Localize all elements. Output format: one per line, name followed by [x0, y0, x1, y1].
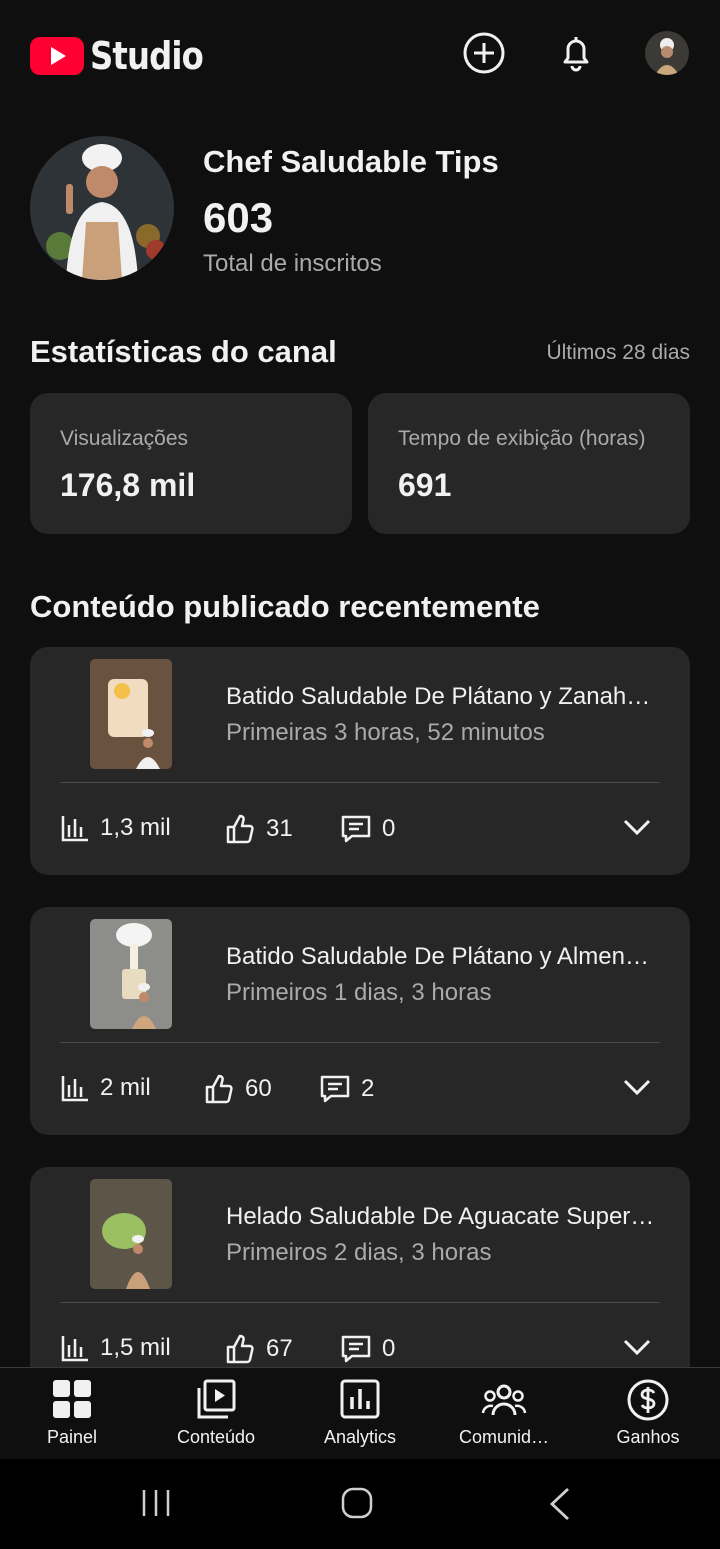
video-period: Primeiros 2 dias, 3 horas [226, 1239, 492, 1266]
likes-count: 67 [266, 1335, 293, 1362]
video-thumbnail[interactable] [90, 1179, 172, 1289]
nav-earnings[interactable]: Ganhos [576, 1368, 720, 1459]
account-avatar[interactable] [645, 31, 689, 75]
comments-metric: 0 [340, 813, 395, 845]
community-icon [481, 1384, 527, 1416]
likes-metric: 67 [224, 1333, 293, 1365]
nav-dashboard[interactable]: Painel [0, 1368, 144, 1459]
watch-time-card[interactable]: Tempo de exibição (horas) 691 [368, 393, 690, 534]
top-app-bar: Studio [0, 0, 720, 110]
subscriber-count: 603 [203, 194, 274, 241]
recent-content-list[interactable]: Batido Saludable De Plátano y Zanahoria … [0, 640, 720, 1367]
views-count: 1,5 mil [100, 1334, 171, 1361]
video-title[interactable]: Helado Saludable De Aguacate Super Cremo… [226, 1203, 656, 1231]
stats-title: Estatísticas do canal [30, 334, 337, 369]
youtube-play-icon [30, 37, 84, 75]
notifications-icon[interactable] [554, 31, 598, 75]
watch-time-value: 691 [398, 467, 452, 503]
content-icon [197, 1379, 236, 1419]
divider [60, 1042, 660, 1043]
divider [60, 782, 660, 783]
thumbs-up-icon [226, 1334, 254, 1364]
nav-label: Conteúdo [176, 1427, 256, 1447]
bar-chart-icon [61, 1076, 88, 1102]
bar-chart-icon [61, 1336, 88, 1362]
nav-community[interactable]: Comunid… [432, 1368, 576, 1459]
comments-metric: 2 [319, 1073, 374, 1105]
back-icon[interactable] [548, 1487, 572, 1521]
thumbs-up-icon [226, 814, 254, 844]
comment-icon [341, 815, 371, 843]
chevron-down-icon[interactable] [622, 1337, 652, 1362]
comments-count: 0 [382, 815, 396, 842]
video-title[interactable]: Batido Saludable De Plátano y Almendras [226, 943, 656, 971]
chevron-down-icon[interactable] [622, 817, 652, 842]
views-count: 2 mil [100, 1074, 151, 1101]
comments-count: 2 [361, 1075, 375, 1102]
comments-metric: 0 [340, 1333, 395, 1365]
likes-metric: 31 [224, 813, 293, 845]
video-thumbnail[interactable] [90, 919, 172, 1029]
comments-count: 0 [382, 1335, 396, 1362]
likes-count: 31 [266, 815, 293, 842]
subscriber-label: Total de inscritos [203, 250, 382, 277]
recent-content-title: Conteúdo publicado recentemente [30, 589, 540, 624]
views-metric: 1,3 mil [60, 813, 171, 843]
nav-analytics[interactable]: Analytics [288, 1368, 432, 1459]
video-period: Primeiros 1 dias, 3 horas [226, 979, 492, 1006]
nav-content[interactable]: Conteúdo [144, 1368, 288, 1459]
divider [60, 1302, 660, 1303]
stats-period: Últimos 28 dias [546, 341, 690, 364]
video-period: Primeiras 3 horas, 52 minutos [226, 719, 545, 746]
create-icon[interactable] [462, 31, 506, 75]
youtube-studio-logo: Studio [30, 34, 223, 78]
video-card[interactable]: Helado Saludable De Aguacate Super Cremo… [30, 1167, 690, 1367]
views-count: 1,3 mil [100, 814, 171, 841]
likes-count: 60 [245, 1075, 272, 1102]
dashboard-icon [53, 1380, 91, 1418]
home-icon[interactable] [341, 1487, 373, 1519]
views-metric: 1,5 mil [60, 1333, 171, 1363]
earnings-icon [627, 1379, 669, 1421]
nav-label: Analytics [323, 1427, 397, 1447]
views-label: Visualizações [60, 427, 189, 450]
bottom-navigation: Painel Conteúdo Analytics Comunid… Ganho… [0, 1367, 720, 1459]
watch-time-label: Tempo de exibição (horas) [398, 427, 646, 450]
thumbs-up-icon [205, 1074, 233, 1104]
views-value: 176,8 mil [60, 467, 196, 503]
system-navigation-bar [0, 1459, 720, 1549]
video-thumbnail[interactable] [90, 659, 172, 769]
likes-metric: 60 [203, 1073, 272, 1105]
nav-label: Comunid… [458, 1427, 550, 1447]
analytics-icon [340, 1379, 380, 1419]
comment-icon [341, 1335, 371, 1363]
channel-name: Chef Saludable Tips [203, 144, 499, 179]
channel-avatar[interactable] [30, 136, 174, 280]
chevron-down-icon[interactable] [622, 1077, 652, 1102]
video-card[interactable]: Batido Saludable De Plátano y Almendras … [30, 907, 690, 1135]
video-title[interactable]: Batido Saludable De Plátano y Zanahoria [226, 683, 656, 711]
nav-label: Painel [46, 1427, 98, 1447]
recent-apps-icon[interactable] [140, 1488, 172, 1518]
comment-icon [320, 1075, 350, 1103]
logo-text: Studio [90, 34, 204, 78]
views-card[interactable]: Visualizações 176,8 mil [30, 393, 352, 534]
nav-label: Ganhos [616, 1427, 680, 1447]
channel-summary: Chef Saludable Tips 603 Total de inscrit… [30, 136, 690, 286]
bar-chart-icon [61, 816, 88, 842]
views-metric: 2 mil [60, 1073, 151, 1103]
video-card[interactable]: Batido Saludable De Plátano y Zanahoria … [30, 647, 690, 875]
